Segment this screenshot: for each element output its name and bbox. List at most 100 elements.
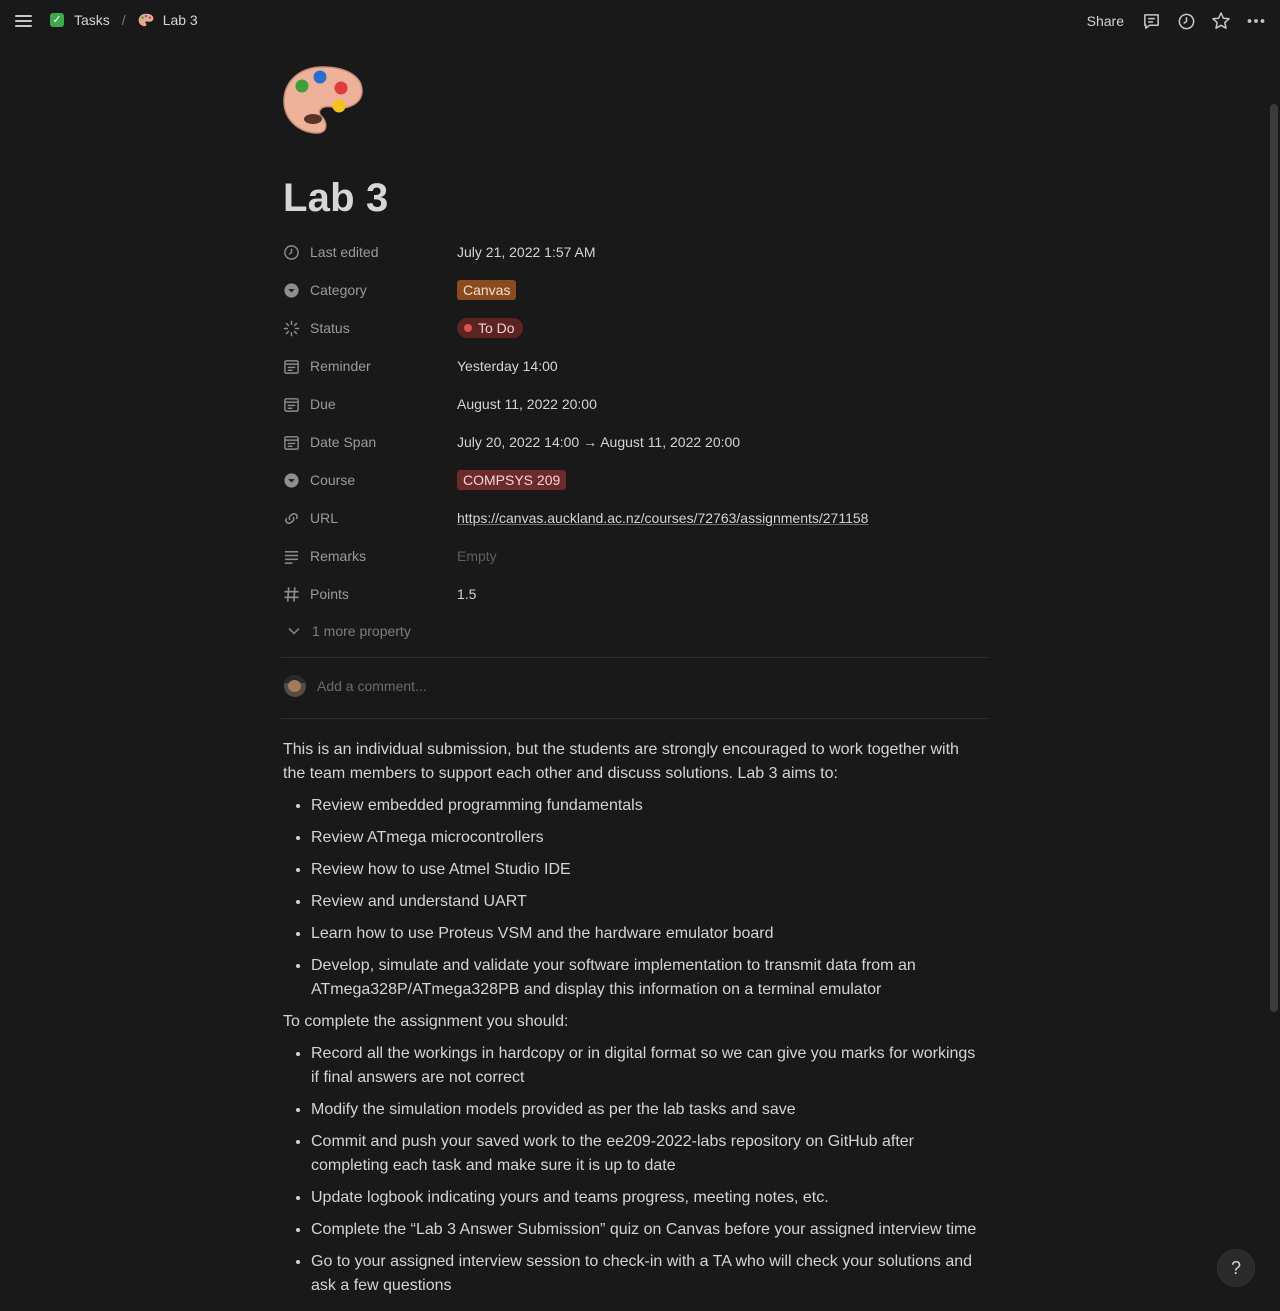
status-label: To Do [478, 320, 515, 336]
property-label: Last edited [310, 244, 379, 260]
property-last-edited: Last edited July 21, 2022 1:57 AM [283, 233, 989, 271]
list-item[interactable]: Record all the workings in hardcopy or i… [311, 1042, 983, 1090]
property-reminder: Reminder Yesterday 14:00 [283, 347, 989, 385]
property-label: Date Span [310, 434, 377, 450]
property-name-date-span[interactable]: Date Span [283, 434, 457, 451]
breadcrumb: ✓ Tasks / Lab 3 [50, 12, 198, 28]
property-value-points[interactable]: 1.5 [457, 586, 476, 602]
list-item[interactable]: Review ATmega microcontrollers [311, 826, 983, 850]
divider [281, 657, 989, 658]
property-value-category[interactable]: Canvas [457, 280, 517, 300]
breadcrumb-tasks[interactable]: ✓ Tasks [50, 12, 110, 28]
property-category: Category Canvas [283, 271, 989, 309]
palette-icon[interactable] [283, 64, 363, 136]
breadcrumb-current-page[interactable]: Lab 3 [138, 12, 198, 28]
property-name-status[interactable]: Status [283, 320, 457, 337]
category-tag: Canvas [457, 280, 517, 300]
property-url: URL https://canvas.auckland.ac.nz/course… [283, 499, 989, 537]
list-item[interactable]: Review and understand UART [311, 890, 983, 914]
sidebar-menu-button[interactable] [14, 12, 34, 32]
property-label: Reminder [310, 358, 371, 374]
property-label: Course [310, 472, 356, 488]
share-button[interactable]: Share [1087, 13, 1124, 29]
breadcrumb-current-label: Lab 3 [162, 12, 198, 28]
property-name-course[interactable]: Course [283, 472, 457, 489]
page-title[interactable]: Lab 3 [283, 176, 388, 221]
list-item[interactable]: Update logbook indicating yours and team… [311, 1186, 983, 1210]
property-name-url[interactable]: URL [283, 510, 457, 527]
top-bar: ✓ Tasks / Lab 3 Share [0, 0, 1280, 44]
comment-icon[interactable] [1141, 10, 1161, 32]
list-item[interactable]: Learn how to use Proteus VSM and the har… [311, 922, 983, 946]
breadcrumb-tasks-label: Tasks [74, 12, 110, 28]
intro-paragraph[interactable]: This is an individual submission, but th… [283, 738, 983, 786]
property-label: Category [310, 282, 367, 298]
property-name-reminder[interactable]: Reminder [283, 358, 457, 375]
more-properties-toggle[interactable]: 1 more property [286, 623, 411, 639]
property-value-url[interactable]: https://canvas.auckland.ac.nz/courses/72… [457, 510, 868, 526]
property-label: Due [310, 396, 336, 412]
property-points: Points 1.5 [283, 575, 989, 613]
history-icon[interactable] [1176, 10, 1196, 32]
scrollbar-thumb[interactable] [1270, 104, 1278, 1012]
property-due: Due August 11, 2022 20:00 [283, 385, 989, 423]
property-name-remarks[interactable]: Remarks [283, 548, 457, 565]
property-name-due[interactable]: Due [283, 396, 457, 413]
link-icon [285, 512, 298, 524]
calendar-icon [284, 397, 299, 412]
complete-paragraph[interactable]: To complete the assignment you should: [283, 1010, 983, 1034]
divider [281, 718, 989, 719]
list-item[interactable]: Review how to use Atmel Studio IDE [311, 858, 983, 882]
top-actions: Share [1087, 10, 1266, 32]
calendar-icon [284, 435, 299, 450]
property-value-status[interactable]: To Do [457, 318, 523, 338]
list-item[interactable]: Complete the “Lab 3 Answer Submission” q… [311, 1218, 983, 1242]
property-value-remarks[interactable]: Empty [457, 548, 497, 564]
list-item[interactable]: Review embedded programming fundamentals [311, 794, 983, 818]
calendar-icon [284, 359, 299, 374]
property-date-span: Date Span July 20, 2022 14:00 → August 1… [283, 423, 989, 461]
property-label: Status [310, 320, 350, 336]
property-value-course[interactable]: COMPSYS 209 [457, 470, 567, 490]
property-label: Points [310, 586, 349, 602]
property-value-reminder[interactable]: Yesterday 14:00 [457, 358, 558, 374]
checkbox-icon: ✓ [50, 13, 64, 27]
property-value-date-span[interactable]: July 20, 2022 14:00 → August 11, 2022 20… [457, 434, 740, 450]
text-icon [284, 550, 299, 564]
property-label: Remarks [310, 548, 367, 564]
property-value-due[interactable]: August 11, 2022 20:00 [457, 396, 597, 412]
property-name-category[interactable]: Category [283, 282, 457, 299]
property-remarks: Remarks Empty [283, 537, 989, 575]
star-icon[interactable] [1211, 10, 1231, 32]
more-properties-label: 1 more property [312, 623, 411, 639]
course-tag: COMPSYS 209 [457, 470, 567, 490]
select-icon [284, 282, 299, 298]
property-name-points[interactable]: Points [283, 586, 457, 603]
help-button[interactable]: ? [1218, 1250, 1254, 1286]
aims-list: Review embedded programming fundamentals… [283, 794, 983, 1002]
chevron-down-icon [288, 627, 300, 635]
list-item[interactable]: Commit and push your saved work to the e… [311, 1130, 983, 1178]
property-value-last-edited[interactable]: July 21, 2022 1:57 AM [457, 244, 596, 260]
select-icon [284, 472, 299, 488]
palette-icon [138, 13, 154, 27]
hash-icon [284, 586, 299, 602]
status-badge: To Do [457, 318, 523, 338]
more-icon[interactable] [1246, 10, 1266, 32]
steps-list: Record all the workings in hardcopy or i… [283, 1042, 983, 1298]
property-name-last-edited[interactable]: Last edited [283, 244, 457, 261]
list-item[interactable]: Modify the simulation models provided as… [311, 1098, 983, 1122]
page-content: This is an individual submission, but th… [283, 738, 983, 1306]
avatar [284, 675, 306, 697]
comment-input[interactable]: Add a comment... [284, 675, 427, 697]
properties-list: Last edited July 21, 2022 1:57 AM Catego… [283, 233, 989, 613]
breadcrumb-separator: / [121, 12, 126, 28]
property-label: URL [310, 510, 339, 526]
comment-placeholder: Add a comment... [317, 678, 427, 694]
list-item[interactable]: Develop, simulate and validate your soft… [311, 954, 983, 1002]
clock-icon [284, 244, 299, 260]
list-item[interactable]: Go to your assigned interview session to… [311, 1250, 983, 1298]
property-status: Status To Do [283, 309, 989, 347]
property-course: Course COMPSYS 209 [283, 461, 989, 499]
status-icon [283, 320, 300, 336]
